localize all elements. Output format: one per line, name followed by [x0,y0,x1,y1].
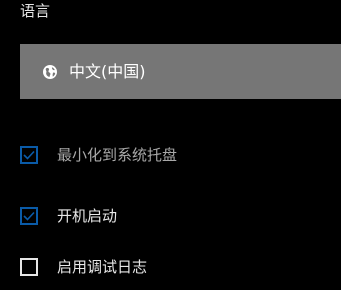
enable-debug-log-checkbox[interactable] [20,258,38,276]
minimize-to-tray-option[interactable]: 最小化到系统托盘 [20,143,177,167]
launch-at-startup-label: 开机启动 [57,207,118,225]
enable-debug-log-option[interactable]: 启用调试日志 [20,255,147,279]
language-select-value: 中文(中国) [69,61,146,81]
minimize-to-tray-checkbox[interactable] [20,146,38,164]
globe-icon [41,63,59,81]
enable-debug-log-label: 启用调试日志 [57,258,148,276]
settings-panel: 语言 中文(中国) 最小化到系统托盘 开机启动 启用调试日志 [0,0,341,290]
launch-at-startup-option[interactable]: 开机启动 [20,204,117,228]
minimize-to-tray-label: 最小化到系统托盘 [57,146,178,164]
checkmark-icon [23,150,35,160]
language-select[interactable]: 中文(中国) [20,44,341,99]
launch-at-startup-checkbox[interactable] [20,207,38,225]
language-section-label: 语言 [20,2,51,20]
checkmark-icon [23,211,35,221]
